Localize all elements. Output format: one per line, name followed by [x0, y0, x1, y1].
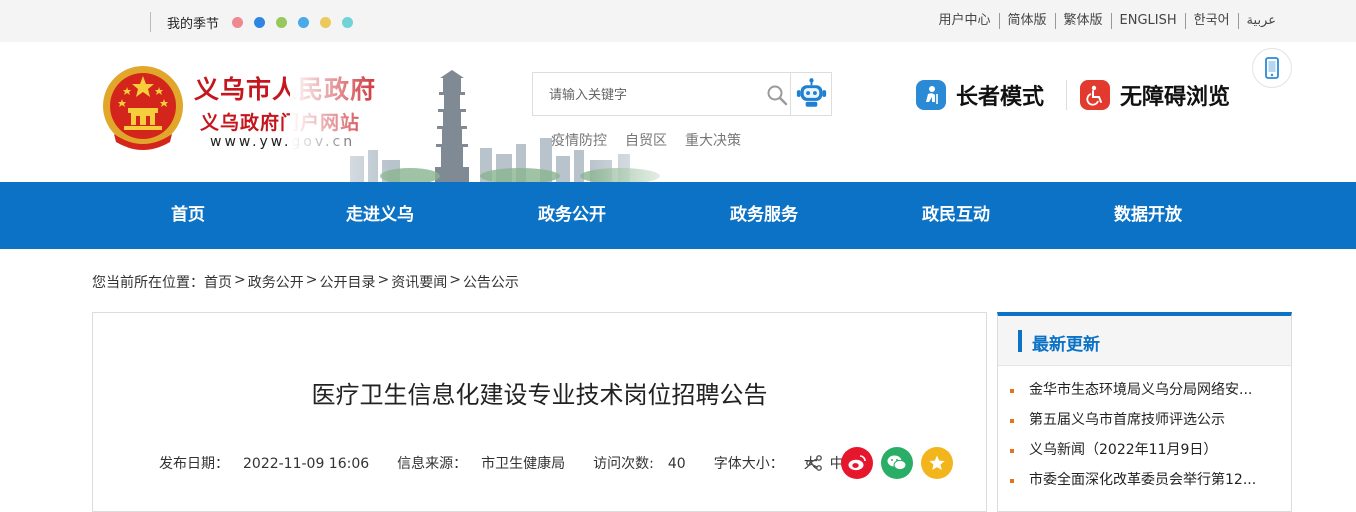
breadcrumb-public-catalog[interactable]: 公开目录: [319, 272, 375, 292]
english-link[interactable]: ENGLISH: [1110, 13, 1185, 29]
season-label: 我的季节: [167, 16, 220, 32]
latest-updates-list: 金华市生态环境局义乌分局网络安... 第五届义乌市首席技师评选公示 义乌新闻（2…: [1010, 380, 1256, 500]
article-meta: 发布日期： 2022-11-09 16:06 信息来源： 市卫生健康局 访问次数: 4…: [159, 453, 890, 473]
breadcrumb-government-affairs[interactable]: 政务公开: [248, 272, 304, 292]
hotword-link[interactable]: 疫情防控: [551, 130, 607, 150]
list-item[interactable]: 市委全面深化改革委员会举行第12...: [1010, 470, 1256, 500]
nav-open-data[interactable]: 数据开放: [1078, 182, 1218, 249]
accessible-browse-label: 无障碍浏览: [1120, 85, 1231, 110]
elder-mode-label: 长者模式: [956, 85, 1045, 110]
top-utility-bar: 我的季节 用户中心 简体版 繁体版 ENGLISH 한국어 عربية: [0, 0, 1356, 42]
breadcrumb: 您当前所在位置： 首页 > 政务公开 > 公开目录 > 资讯要闻 > 公告公示: [92, 272, 519, 292]
list-item[interactable]: 义乌新闻（2022年11月9日）: [1010, 440, 1256, 470]
theme-color-dot[interactable]: [232, 16, 244, 28]
simplified-chinese-link[interactable]: 简体版: [998, 13, 1055, 29]
list-item[interactable]: 第五届义乌市首席技师评选公示: [1010, 410, 1256, 440]
theme-color-dot[interactable]: [276, 16, 288, 28]
search-box: [532, 72, 832, 116]
hot-search-words: 疫情防控 自贸区 重大决策: [551, 130, 759, 150]
breadcrumb-news[interactable]: 资讯要闻: [391, 272, 447, 292]
mobile-phone-icon: [1265, 57, 1279, 79]
search-input[interactable]: [533, 73, 789, 115]
search-icon[interactable]: [765, 83, 789, 107]
theme-color-dot[interactable]: [320, 16, 332, 28]
language-links: 用户中心 简体版 繁体版 ENGLISH 한국어 عربية: [930, 13, 1284, 29]
favorite-star-icon[interactable]: [921, 447, 953, 479]
article-panel: 医疗卫生信息化建设专业技术岗位招聘公告 发布日期： 2022-11-09 16:0…: [92, 312, 987, 512]
latest-updates-title: 最新更新: [1032, 335, 1100, 355]
source-label: 信息来源：: [397, 456, 468, 472]
source-value: 市卫生健康局: [481, 456, 566, 472]
nav-government-services[interactable]: 政务服务: [694, 182, 834, 249]
theme-color-dot[interactable]: [254, 16, 266, 28]
heading-accent-bar: [1018, 330, 1022, 352]
font-size-label: 字体大小：: [713, 456, 784, 472]
breadcrumb-announcements[interactable]: 公告公示: [463, 272, 519, 292]
mobile-version-button[interactable]: [1252, 48, 1292, 88]
hotword-link[interactable]: 重大决策: [685, 130, 741, 150]
weibo-share-icon[interactable]: [841, 447, 873, 479]
hotword-link[interactable]: 自贸区: [625, 130, 667, 150]
list-item[interactable]: 金华市生态环境局义乌分局网络安...: [1010, 380, 1256, 410]
elder-icon: [916, 80, 946, 110]
nav-government-affairs[interactable]: 政务公开: [502, 182, 642, 249]
korean-link[interactable]: 한국어: [1184, 13, 1238, 29]
arabic-link[interactable]: عربية: [1237, 13, 1284, 29]
latest-updates-header: 最新更新: [998, 316, 1291, 366]
theme-color-dot[interactable]: [342, 16, 354, 28]
latest-updates-panel: 最新更新 金华市生态环境局义乌分局网络安... 第五届义乌市首席技师评选公示 义…: [997, 312, 1292, 512]
theme-color-dot[interactable]: [298, 16, 310, 28]
main-navigation: 首页 走进义乌 政务公开 政务服务 政民互动 数据开放: [0, 182, 1356, 249]
nav-home[interactable]: 首页: [118, 182, 258, 249]
article-title: 医疗卫生信息化建设专业技术岗位招聘公告: [311, 381, 768, 409]
nav-about-yiwu[interactable]: 走进义乌: [310, 182, 450, 249]
mode-divider: [1066, 80, 1067, 110]
accessible-browse-button[interactable]: 无障碍浏览: [1080, 79, 1230, 111]
national-emblem-icon: [103, 66, 183, 150]
ai-assistant-robot-icon[interactable]: [790, 73, 832, 115]
site-header: 义乌市人民政府 义乌政府门户网站 www.yw.gov.cn 请输入关键字 疫情…: [0, 42, 1356, 182]
season-theme-picker: 我的季节: [150, 12, 354, 32]
elder-mode-button[interactable]: 长者模式: [916, 79, 1044, 111]
nav-public-interaction[interactable]: 政民互动: [886, 182, 1026, 249]
views-count: 40: [667, 456, 686, 472]
user-center-link[interactable]: 用户中心: [930, 13, 998, 29]
wheelchair-icon: [1080, 80, 1110, 110]
breadcrumb-prefix: 您当前所在位置：: [92, 275, 204, 291]
share-icon[interactable]: [805, 454, 823, 472]
views-label: 访问次数:: [593, 456, 654, 472]
wechat-share-icon[interactable]: [881, 447, 913, 479]
share-bar: [805, 447, 961, 479]
breadcrumb-home[interactable]: 首页: [204, 272, 232, 292]
publish-date-label: 发布日期：: [159, 456, 229, 472]
traditional-chinese-link[interactable]: 繁体版: [1054, 13, 1111, 29]
publish-date: 2022-11-09 16:06: [243, 456, 370, 472]
